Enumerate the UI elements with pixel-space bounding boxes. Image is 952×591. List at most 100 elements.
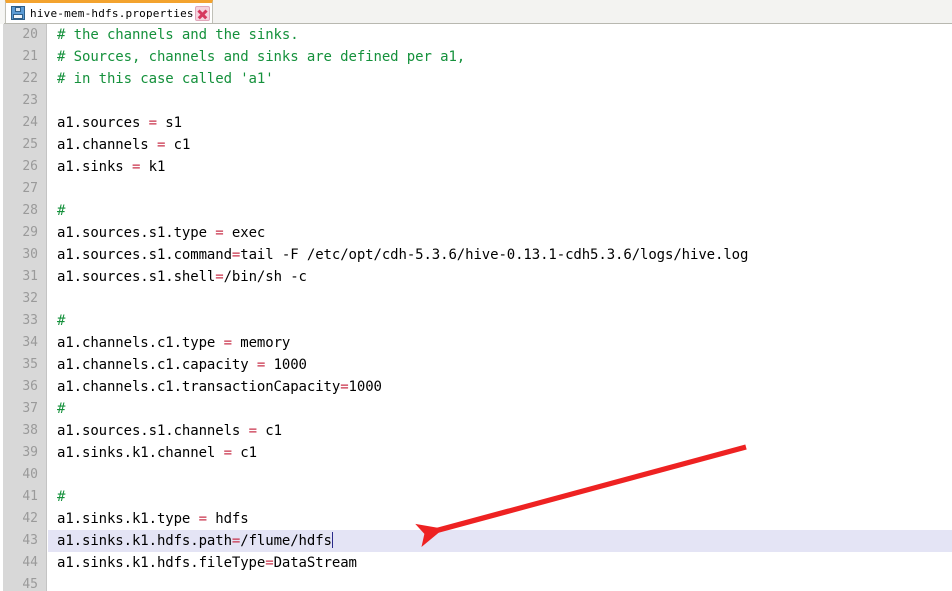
code-line[interactable]: 26 a1.sinks = k1 — [0, 156, 952, 178]
code-token-plain: a1.channels — [57, 137, 157, 153]
code-token-plain: a1.sinks.k1.hdfs.path — [57, 533, 232, 549]
code-line[interactable]: 45 — [0, 574, 952, 591]
code-line[interactable]: 42 a1.sinks.k1.type = hdfs — [0, 508, 952, 530]
code-line[interactable]: 21 # Sources, channels and sinks are defi… — [0, 46, 952, 68]
code-editor-area[interactable]: 20 # the channels and the sinks. 21 # Sourc… — [0, 24, 952, 591]
code-token-plain: memory — [231, 335, 291, 351]
code-token-eq: = — [198, 511, 207, 527]
line-number: 29 — [22, 225, 38, 240]
code-line[interactable]: 29 a1.sources.s1.type = exec — [0, 222, 952, 244]
code-line[interactable]: 39 a1.sinks.k1.channel = c1 — [0, 442, 952, 464]
code-token-plain: a1.sources — [57, 115, 149, 131]
line-number: 41 — [22, 489, 38, 504]
properties-file-icon — [11, 6, 25, 20]
code-line-text: a1.channels.c1.type = memory — [57, 332, 290, 354]
code-line-text: a1.sources.s1.type = exec — [57, 222, 265, 244]
code-token-plain: /bin/sh -c — [223, 269, 307, 285]
code-line-text: a1.sources = s1 — [57, 112, 182, 134]
line-number: 21 — [22, 49, 38, 64]
code-token-comment: # — [57, 203, 66, 219]
editor-window: hive-mem-hdfs.properties 20 # the channel… — [0, 0, 952, 591]
code-line-text: # — [57, 310, 65, 332]
line-number: 36 — [22, 379, 38, 394]
code-token-plain: a1.sinks.k1.type — [57, 511, 199, 527]
code-line-text: # the channels and the sinks. — [57, 24, 299, 46]
close-icon[interactable] — [194, 5, 210, 21]
line-number: 28 — [22, 203, 38, 218]
line-number: 32 — [22, 291, 38, 306]
code-line[interactable]: 24 a1.sources = s1 — [0, 112, 952, 134]
code-token-eq: = — [340, 379, 349, 395]
code-line-text: a1.sinks.k1.channel = c1 — [57, 442, 257, 464]
line-number: 42 — [22, 511, 38, 526]
editor-tab-label: hive-mem-hdfs.properties — [30, 6, 194, 20]
code-token-plain: a1.sources.s1.shell — [57, 269, 216, 285]
code-token-eq: = — [215, 225, 224, 241]
code-token-plain: a1.sinks — [57, 159, 132, 175]
code-line-text: a1.sinks.k1.hdfs.path=/flume/hdfs — [57, 530, 333, 552]
code-line[interactable]: 32 — [0, 288, 952, 310]
code-token-eq: = — [223, 445, 232, 461]
code-token-eq: = — [223, 335, 232, 351]
code-line[interactable]: 43 a1.sinks.k1.hdfs.path=/flume/hdfs — [0, 530, 952, 552]
code-token-plain: a1.channels.c1.transactionCapacity — [57, 379, 341, 395]
code-line[interactable]: 41 # — [0, 486, 952, 508]
code-line[interactable]: 37 # — [0, 398, 952, 420]
line-number: 31 — [22, 269, 38, 284]
code-line[interactable]: 44 a1.sinks.k1.hdfs.fileType=DataStream — [0, 552, 952, 574]
line-number: 23 — [22, 93, 38, 108]
code-line[interactable]: 34 a1.channels.c1.type = memory — [0, 332, 952, 354]
code-line[interactable]: 20 # the channels and the sinks. — [0, 24, 952, 46]
code-line-text: # Sources, channels and sinks are define… — [57, 46, 465, 68]
code-token-plain: c1 — [256, 423, 282, 439]
code-line[interactable]: 31 a1.sources.s1.shell=/bin/sh -c — [0, 266, 952, 288]
editor-tab-bar: hive-mem-hdfs.properties — [0, 0, 952, 24]
line-number: 43 — [22, 533, 38, 548]
code-token-plain: a1.sinks.k1.hdfs.fileType — [57, 555, 266, 571]
line-number: 40 — [22, 467, 38, 482]
line-number: 44 — [22, 555, 38, 570]
code-line[interactable]: 40 — [0, 464, 952, 486]
code-token-comment: # — [57, 313, 66, 329]
line-number: 27 — [22, 181, 38, 196]
code-line-text: a1.sinks.k1.hdfs.fileType=DataStream — [57, 552, 357, 574]
line-number: 35 — [22, 357, 38, 372]
code-line[interactable]: 35 a1.channels.c1.capacity = 1000 — [0, 354, 952, 376]
code-token-plain: c1 — [231, 445, 257, 461]
code-line[interactable]: 27 — [0, 178, 952, 200]
code-line-text: # — [57, 200, 65, 222]
code-token-comment: # — [57, 489, 66, 505]
code-token-plain: a1.sources.s1.channels — [57, 423, 249, 439]
line-number: 24 — [22, 115, 38, 130]
code-token-comment: # the channels and the sinks. — [57, 27, 299, 43]
code-token-comment: # in this case called 'a1' — [57, 71, 274, 87]
code-lines-container: 20 # the channels and the sinks. 21 # Sourc… — [0, 24, 952, 591]
code-token-eq: = — [256, 357, 266, 373]
code-line[interactable]: 28 # — [0, 200, 952, 222]
line-number: 20 — [22, 27, 38, 42]
code-line[interactable]: 38 a1.sources.s1.channels = c1 — [0, 420, 952, 442]
code-token-plain: a1.channels.c1.type — [57, 335, 224, 351]
line-number: 30 — [22, 247, 38, 262]
code-line[interactable]: 23 — [0, 90, 952, 112]
code-line-text: a1.sources.s1.command=tail -F /etc/opt/c… — [57, 244, 748, 266]
code-line[interactable]: 22 # in this case called 'a1' — [0, 68, 952, 90]
text-caret — [331, 532, 333, 548]
code-token-plain: tail -F /etc/opt/cdh-5.3.6/hive-0.13.1-c… — [240, 247, 749, 263]
editor-tab-properties-file[interactable]: hive-mem-hdfs.properties — [5, 0, 213, 23]
code-line[interactable]: 36 a1.channels.c1.transactionCapacity=100… — [0, 376, 952, 398]
line-number: 34 — [22, 335, 38, 350]
code-token-plain: exec — [223, 225, 266, 241]
code-line[interactable]: 25 a1.channels = c1 — [0, 134, 952, 156]
code-line[interactable]: 33 # — [0, 310, 952, 332]
code-line[interactable]: 30 a1.sources.s1.command=tail -F /etc/opt… — [0, 244, 952, 266]
line-number: 37 — [22, 401, 38, 416]
code-token-eq: = — [215, 269, 224, 285]
code-token-plain: hdfs — [206, 511, 249, 527]
code-line-text: a1.channels = c1 — [57, 134, 190, 156]
line-number: 26 — [22, 159, 38, 174]
code-line-text: # — [57, 398, 65, 420]
code-line-text: # — [57, 486, 65, 508]
code-token-eq: = — [248, 423, 257, 439]
code-token-plain: a1.sinks.k1.channel — [57, 445, 224, 461]
